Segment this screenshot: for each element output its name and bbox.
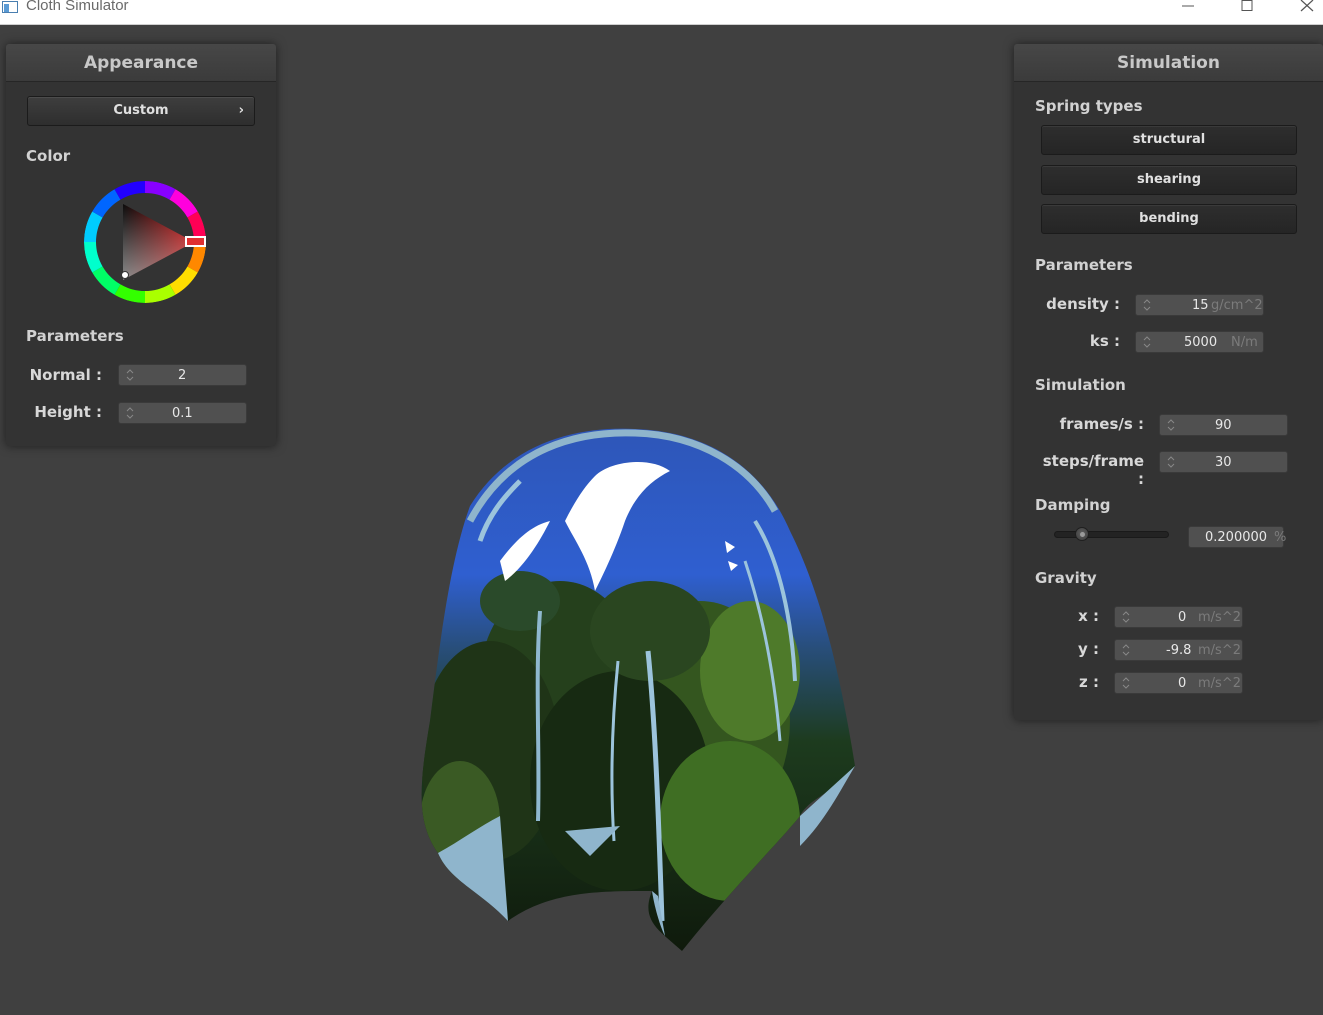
cloth-mesh[interactable] [400,421,870,966]
frames-value: 90 [1215,418,1232,433]
gravity-y-spinbox[interactable]: -9.8 m/s^2 [1114,639,1243,661]
height-spinbox[interactable]: 0.1 [118,402,247,424]
gravity-z-unit: m/s^2 [1198,676,1241,691]
shearing-toggle[interactable]: shearing [1041,165,1297,195]
spin-arrows-icon [1143,299,1151,311]
bending-toggle[interactable]: bending [1041,204,1297,234]
simulation-section-label: Simulation [1035,376,1126,394]
height-label: Height : [34,403,102,421]
sim-parameters-label: Parameters [1035,256,1133,274]
gravity-y-label: y : [1078,640,1099,658]
appearance-parameters-label: Parameters [26,327,124,345]
cloth-surface [421,428,855,951]
gravity-y-unit: m/s^2 [1198,643,1241,658]
chevron-right-icon: › [238,103,244,118]
minimize-button[interactable] [1165,0,1211,25]
spin-arrows-icon [1167,419,1175,431]
sv-triangle[interactable] [123,204,194,280]
preset-dropdown[interactable]: Custom › [27,96,255,126]
density-unit: g/cm^2 [1211,298,1263,313]
normal-spinbox[interactable]: 2 [118,364,247,386]
gravity-x-spinbox[interactable]: 0 m/s^2 [1114,606,1243,628]
gravity-z-value: 0 [1178,676,1187,691]
appearance-panel: Appearance Custom › Color Parameters Nor… [6,44,276,446]
gravity-x-label: x : [1078,607,1099,625]
ks-value: 5000 [1184,335,1218,350]
gravity-label: Gravity [1035,569,1097,587]
damping-label: Damping [1035,496,1111,514]
color-picker-handle[interactable] [121,271,129,279]
spin-arrows-icon [1122,677,1130,689]
spin-arrows-icon [126,369,134,381]
damping-value: 0.200000 [1205,530,1268,545]
structural-toggle[interactable]: structural [1041,125,1297,155]
spin-arrows-icon [1143,336,1151,348]
maximize-button[interactable] [1224,0,1270,25]
title-bar: Cloth Simulator [0,0,1323,25]
spin-arrows-icon [1167,456,1175,468]
preset-label: Custom [113,103,169,118]
color-wheel[interactable] [80,177,210,307]
density-spinbox[interactable]: 15 g/cm^2 [1135,294,1264,316]
density-value: 15 [1192,298,1209,313]
hue-marker[interactable] [185,236,206,247]
steps-label: steps/frame : [1042,452,1144,488]
normal-value: 2 [178,368,187,383]
window-title: Cloth Simulator [26,0,129,14]
damping-field[interactable]: 0.200000 % [1188,526,1287,548]
steps-spinbox[interactable]: 30 [1159,451,1288,473]
ks-unit: N/m [1231,335,1258,350]
appearance-panel-header: Appearance [6,44,276,82]
damping-unit: % [1274,530,1287,545]
spin-arrows-icon [126,407,134,419]
app-icon [2,1,18,13]
frames-spinbox[interactable]: 90 [1159,414,1288,436]
damping-slider-knob[interactable] [1074,527,1089,541]
spring-types-label: Spring types [1035,97,1143,115]
close-icon [1300,0,1314,12]
gravity-z-label: z : [1079,673,1099,691]
close-button[interactable] [1284,0,1323,25]
simulation-panel: Simulation Spring types structural shear… [1014,44,1323,720]
gravity-y-value: -9.8 [1166,643,1192,658]
simulation-panel-header: Simulation [1014,44,1323,82]
minimize-icon [1182,5,1194,7]
height-value: 0.1 [172,406,193,421]
steps-value: 30 [1215,455,1232,470]
color-section-label: Color [26,147,71,165]
ks-label: ks : [1089,332,1120,350]
spin-arrows-icon [1122,611,1130,623]
normal-label: Normal : [29,366,102,384]
ks-spinbox[interactable]: 5000 N/m [1135,331,1264,353]
frames-label: frames/s : [1059,415,1144,433]
gravity-x-value: 0 [1178,610,1187,625]
gravity-x-unit: m/s^2 [1198,610,1241,625]
gravity-z-spinbox[interactable]: 0 m/s^2 [1114,672,1243,694]
maximize-icon [1241,0,1253,11]
damping-slider[interactable] [1054,527,1169,541]
spin-arrows-icon [1122,644,1130,656]
density-label: density : [1046,295,1120,313]
